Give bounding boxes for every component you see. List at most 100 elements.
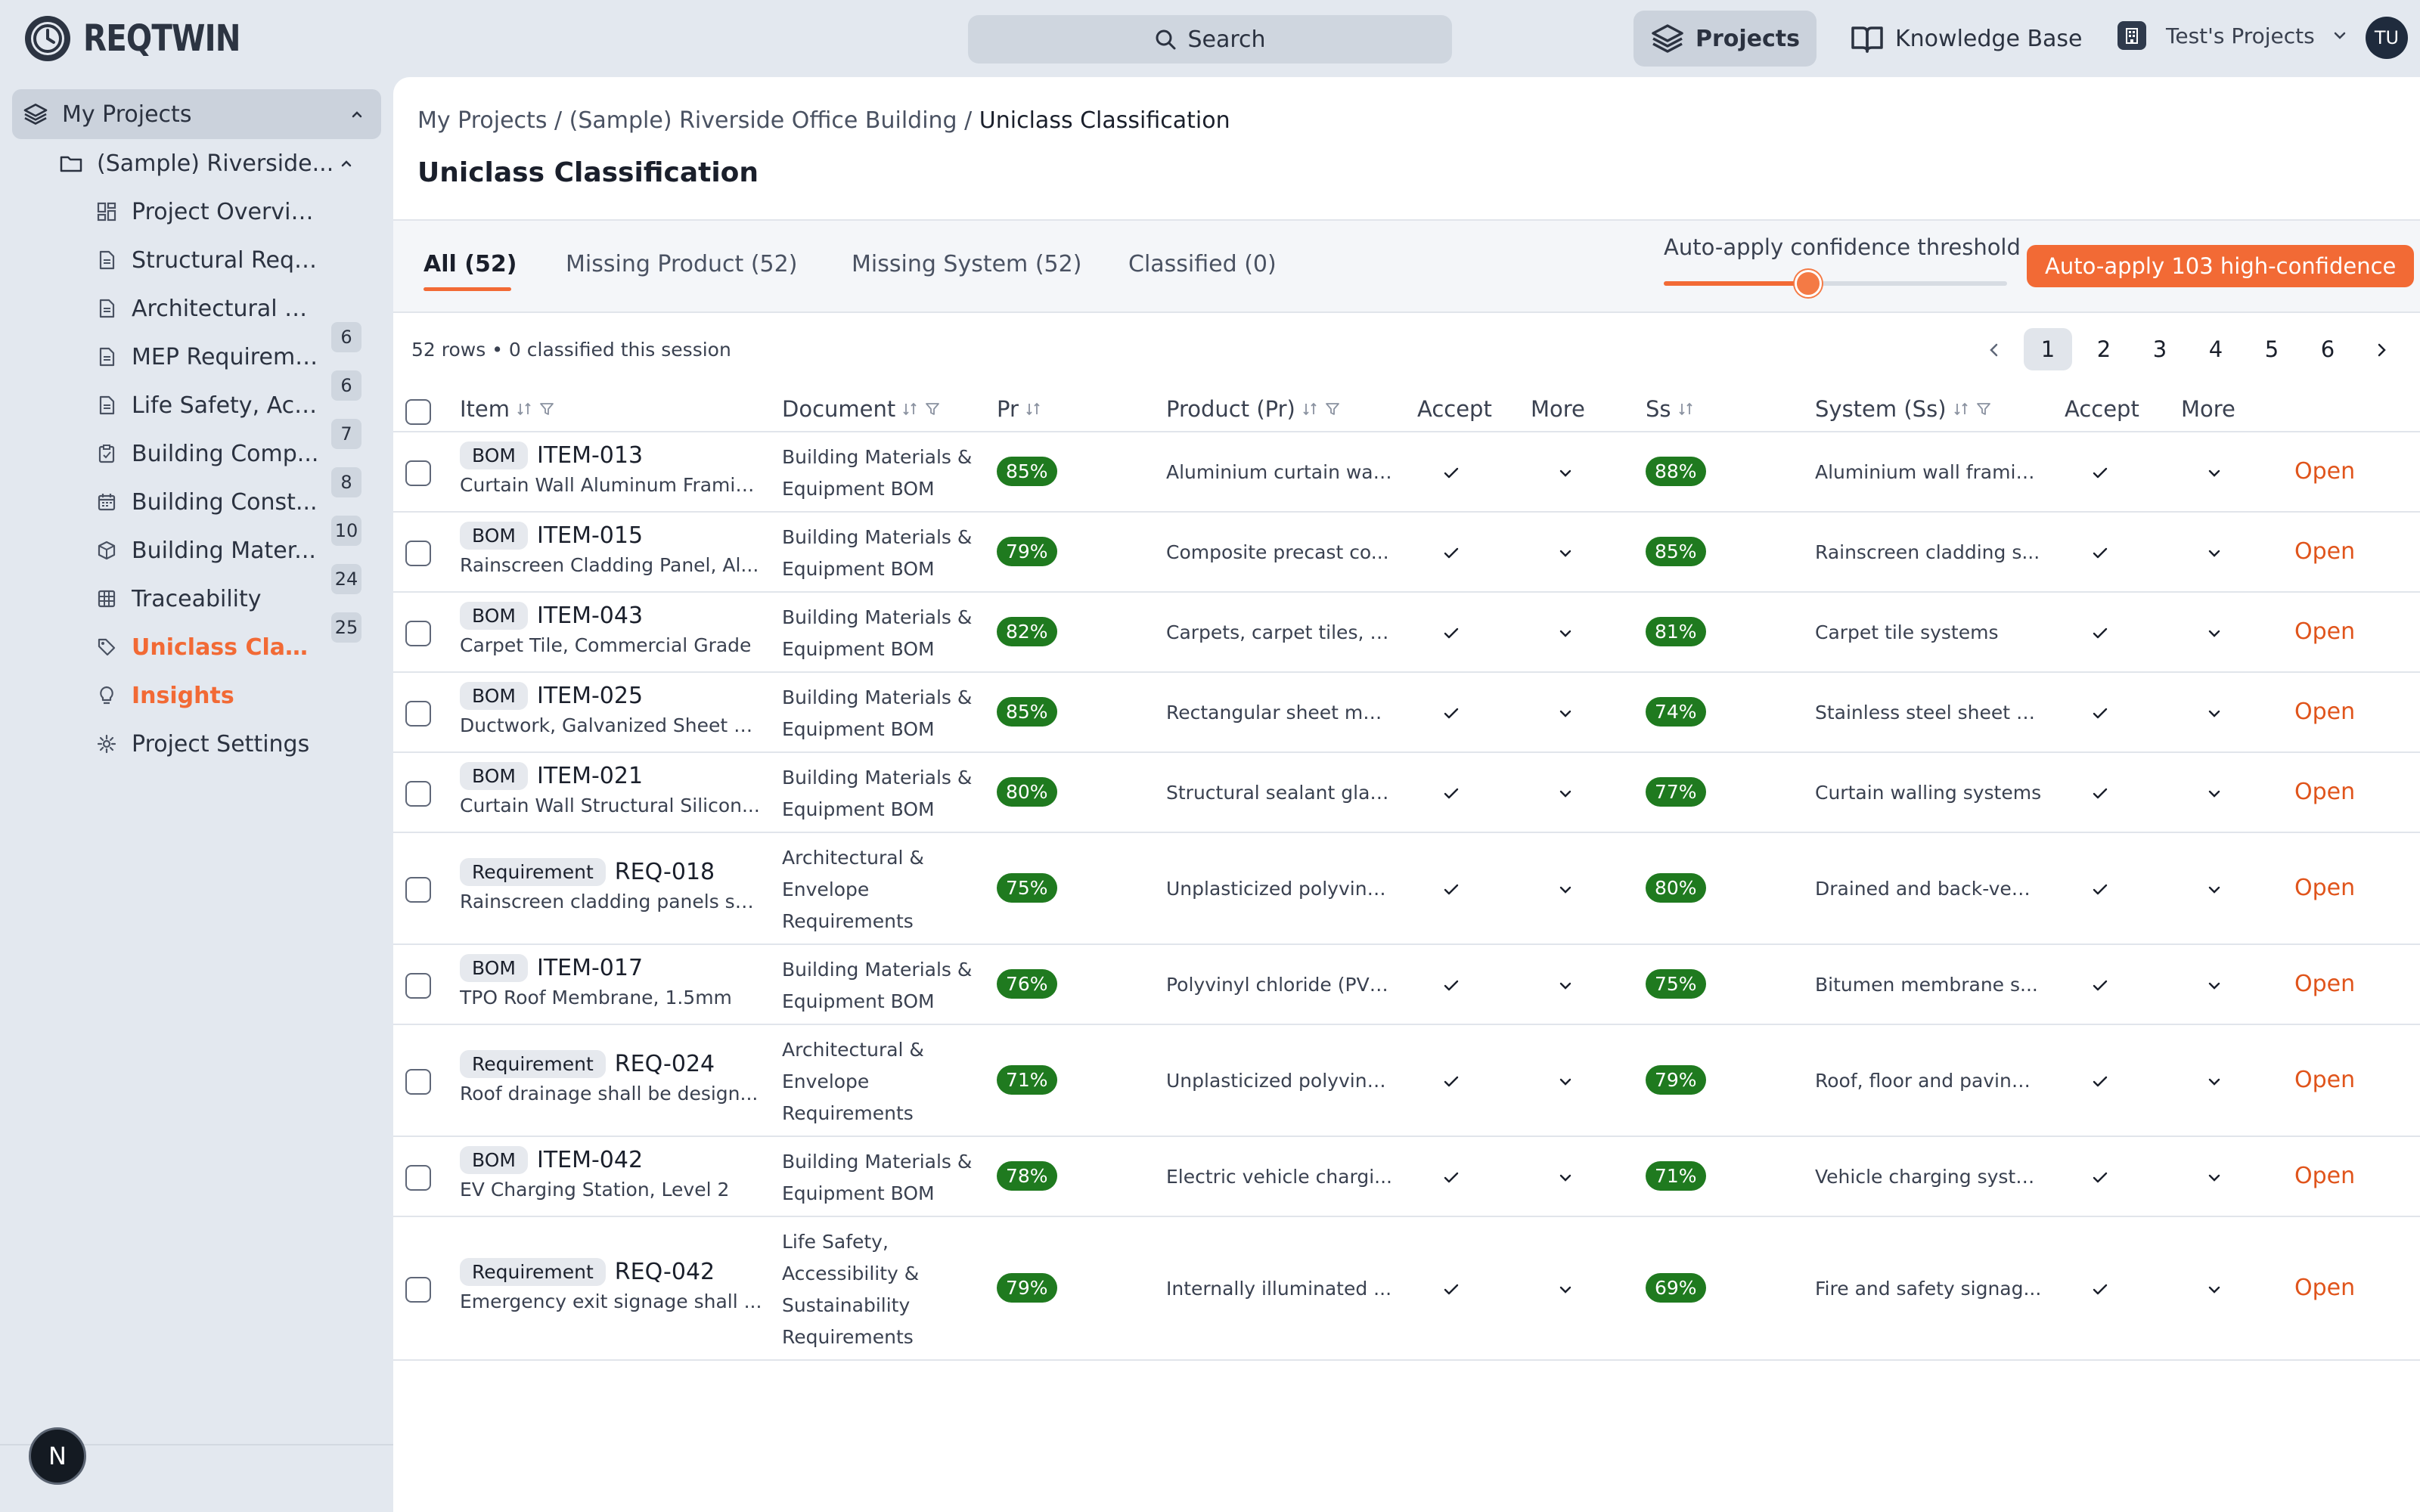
sidebar-item-life-safety[interactable]: Life Safety, Acc...: [97, 381, 369, 429]
open-link[interactable]: Open: [2294, 538, 2355, 565]
page-button-3[interactable]: 3: [2136, 328, 2184, 370]
sidebar-item-project-overview[interactable]: Project Overview: [97, 187, 369, 236]
accept-system-button[interactable]: [2090, 544, 2110, 563]
sidebar-item-uniclass-classification[interactable]: Uniclass Classific...: [97, 623, 369, 671]
system-suggestion[interactable]: Fire and safety signag...: [1815, 1278, 2042, 1300]
row-checkbox[interactable]: [405, 541, 431, 566]
product-suggestion[interactable]: Rectangular sheet met...: [1166, 702, 1393, 723]
product-suggestion[interactable]: Structural sealant glaz...: [1166, 782, 1393, 804]
table-row[interactable]: Requirement REQ-018 Rainscreen cladding pa…: [393, 835, 2420, 945]
sort-icon[interactable]: [1953, 401, 1969, 417]
table-row[interactable]: Requirement REQ-024 Roof drainage shall be…: [393, 1027, 2420, 1137]
more-product-dropdown[interactable]: [1556, 705, 1575, 723]
breadcrumb-my-projects[interactable]: My Projects: [417, 107, 547, 134]
open-link[interactable]: Open: [2294, 1275, 2355, 1301]
more-system-dropdown[interactable]: [2205, 464, 2223, 482]
row-checkbox[interactable]: [405, 973, 431, 999]
more-product-dropdown[interactable]: [1556, 1169, 1575, 1187]
more-system-dropdown[interactable]: [2205, 881, 2223, 899]
accept-product-button[interactable]: [1441, 1072, 1461, 1092]
more-product-dropdown[interactable]: [1556, 544, 1575, 562]
product-suggestion[interactable]: Electric vehicle chargi...: [1166, 1166, 1393, 1188]
product-suggestion[interactable]: Unplasticized polyviny...: [1166, 1070, 1393, 1092]
page-button-1[interactable]: 1: [2024, 328, 2072, 370]
row-checkbox[interactable]: [405, 460, 431, 486]
page-button-6[interactable]: 6: [2304, 328, 2352, 370]
more-product-dropdown[interactable]: [1556, 464, 1575, 482]
open-link[interactable]: Open: [2294, 779, 2355, 805]
search-bar[interactable]: Search: [968, 15, 1452, 64]
table-row[interactable]: BOM ITEM-015 Rainscreen Cladding Panel, Al…: [393, 514, 2420, 593]
column-header-pr[interactable]: Pr: [997, 396, 1041, 422]
open-link[interactable]: Open: [2294, 875, 2355, 901]
workspace-switcher[interactable]: Test's Projects: [2118, 21, 2348, 50]
system-suggestion[interactable]: Carpet tile systems: [1815, 621, 2042, 643]
chevron-left-icon[interactable]: [1984, 340, 2004, 360]
accept-system-button[interactable]: [2090, 1072, 2110, 1092]
filter-icon[interactable]: [924, 401, 941, 417]
column-header-document[interactable]: Document: [782, 396, 941, 422]
row-checkbox[interactable]: [405, 621, 431, 646]
sidebar-project-riverside[interactable]: (Sample) Riverside...: [59, 139, 369, 187]
more-product-dropdown[interactable]: [1556, 977, 1575, 995]
open-link[interactable]: Open: [2294, 1163, 2355, 1189]
sidebar-item-mep-requirements[interactable]: MEP Requireme...: [97, 333, 369, 381]
product-suggestion[interactable]: Aluminium curtain wal...: [1166, 461, 1393, 483]
sidebar-item-structural-requirements[interactable]: Structural Requ...: [97, 236, 369, 284]
table-row[interactable]: BOM ITEM-042 EV Charging Station, Level 2B…: [393, 1139, 2420, 1217]
column-header-system[interactable]: System (Ss): [1815, 396, 1992, 422]
breadcrumb-project[interactable]: (Sample) Riverside Office Building: [569, 107, 957, 134]
sidebar-item-architectural-requirements[interactable]: Architectural & ...: [97, 284, 369, 333]
sort-icon[interactable]: [516, 401, 532, 417]
more-system-dropdown[interactable]: [2205, 785, 2223, 803]
accept-system-button[interactable]: [2090, 463, 2110, 483]
product-suggestion[interactable]: Polyvinyl chloride (PVC...: [1166, 974, 1393, 996]
table-row[interactable]: BOM ITEM-013 Curtain Wall Aluminum Framin.…: [393, 434, 2420, 513]
sort-icon[interactable]: [1677, 401, 1694, 417]
tab-all[interactable]: All (52): [424, 251, 517, 277]
accept-system-button[interactable]: [2090, 976, 2110, 996]
row-checkbox[interactable]: [405, 1277, 431, 1303]
accept-product-button[interactable]: [1441, 624, 1461, 643]
system-suggestion[interactable]: Rainscreen cladding s...: [1815, 541, 2042, 563]
page-button-4[interactable]: 4: [2192, 328, 2240, 370]
select-all-checkbox[interactable]: [405, 399, 431, 425]
accept-system-button[interactable]: [2090, 704, 2110, 723]
more-system-dropdown[interactable]: [2205, 1073, 2223, 1091]
tab-missing-product[interactable]: Missing Product (52): [566, 251, 797, 277]
product-suggestion[interactable]: Internally illuminated ...: [1166, 1278, 1393, 1300]
row-checkbox[interactable]: [405, 1069, 431, 1095]
filter-icon[interactable]: [538, 401, 555, 417]
accept-product-button[interactable]: [1441, 463, 1461, 483]
chevron-right-icon[interactable]: [2372, 340, 2391, 360]
row-checkbox[interactable]: [405, 701, 431, 727]
nav-projects-button[interactable]: Projects: [1634, 11, 1817, 67]
system-suggestion[interactable]: Vehicle charging syste...: [1815, 1166, 2042, 1188]
more-system-dropdown[interactable]: [2205, 977, 2223, 995]
nav-knowledge-base-button[interactable]: Knowledge Base: [1833, 11, 2099, 67]
accept-product-button[interactable]: [1441, 704, 1461, 723]
more-product-dropdown[interactable]: [1556, 881, 1575, 899]
accept-product-button[interactable]: [1441, 544, 1461, 563]
sidebar-item-project-settings[interactable]: Project Settings: [97, 720, 369, 768]
accept-product-button[interactable]: [1441, 784, 1461, 804]
system-suggestion[interactable]: Roof, floor and paving ...: [1815, 1070, 2042, 1092]
accept-product-button[interactable]: [1441, 976, 1461, 996]
more-product-dropdown[interactable]: [1556, 785, 1575, 803]
sort-icon[interactable]: [1025, 401, 1041, 417]
open-link[interactable]: Open: [2294, 458, 2355, 485]
auto-apply-button[interactable]: Auto-apply 103 high-confidence: [2027, 245, 2415, 287]
open-link[interactable]: Open: [2294, 1067, 2355, 1093]
filter-icon[interactable]: [1324, 401, 1341, 417]
sidebar-item-building-materials[interactable]: Building Mater...: [97, 526, 369, 575]
sidebar-item-building-construction[interactable]: Building Const...: [97, 478, 369, 526]
row-checkbox[interactable]: [405, 781, 431, 807]
table-row[interactable]: BOM ITEM-021 Curtain Wall Structural Silic…: [393, 754, 2420, 833]
sidebar-my-projects[interactable]: My Projects: [12, 89, 381, 139]
threshold-slider-thumb[interactable]: [1794, 270, 1822, 297]
system-suggestion[interactable]: Aluminium wall framin...: [1815, 461, 2042, 483]
open-link[interactable]: Open: [2294, 971, 2355, 997]
page-button-2[interactable]: 2: [2080, 328, 2128, 370]
table-row[interactable]: BOM ITEM-043 Carpet Tile, Commercial Grade…: [393, 594, 2420, 673]
open-link[interactable]: Open: [2294, 618, 2355, 645]
